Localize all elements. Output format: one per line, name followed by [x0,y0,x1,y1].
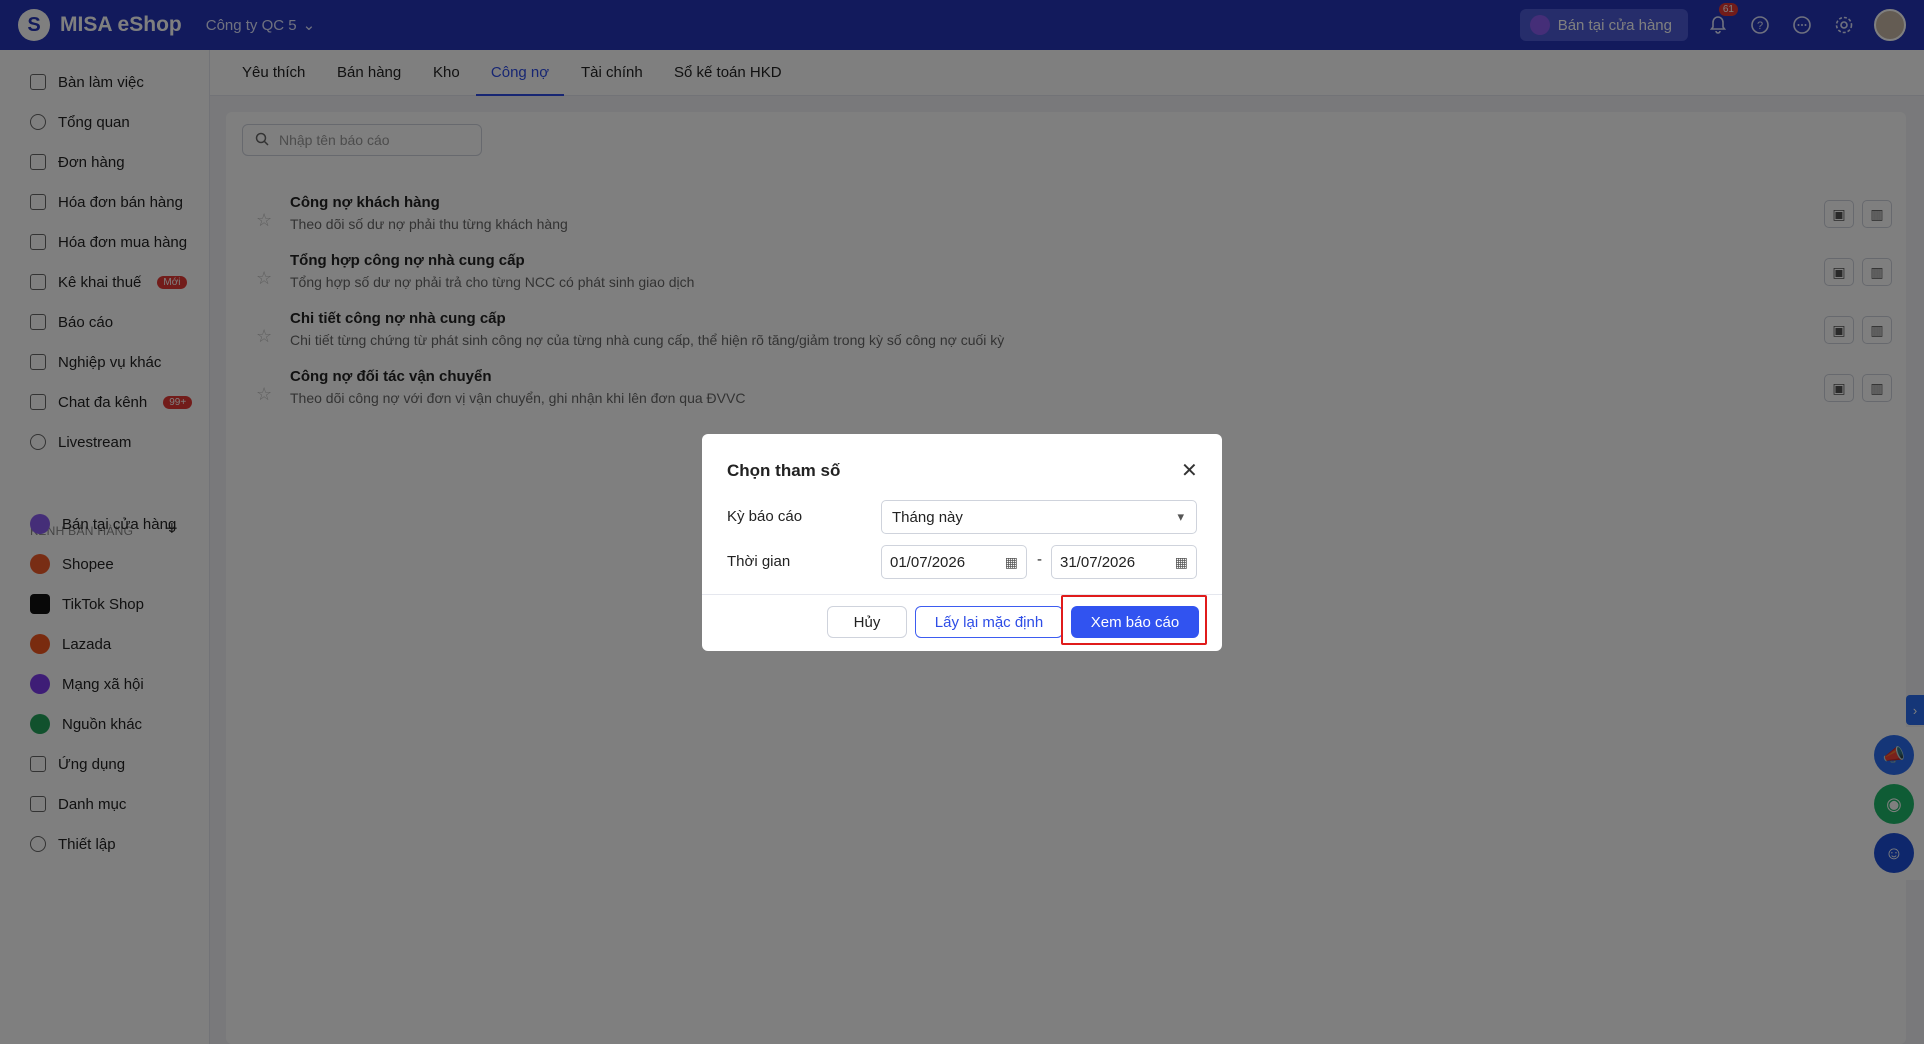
cancel-button[interactable]: Hủy [827,606,907,638]
chevron-down-icon: ▾ [1177,509,1184,524]
calendar-icon[interactable]: ▦ [1005,554,1018,571]
close-icon[interactable]: ✕ [1181,458,1198,483]
reset-default-button[interactable]: Lấy lại mặc định [915,606,1063,638]
calendar-icon[interactable]: ▦ [1175,554,1188,571]
parameter-dialog: Chọn tham số ✕ Kỳ báo cáo Tháng này ▾ Th… [702,434,1222,651]
date-to-field[interactable]: 31/07/2026 ▦ [1051,545,1197,579]
time-label: Thời gian [727,553,791,570]
date-separator: - [1037,551,1042,568]
period-label: Kỳ báo cáo [727,508,803,525]
period-select[interactable]: Tháng này ▾ [881,500,1197,534]
date-from-field[interactable]: 01/07/2026 ▦ [881,545,1027,579]
highlight-box [1061,595,1207,645]
dialog-title: Chọn tham số [727,461,841,480]
